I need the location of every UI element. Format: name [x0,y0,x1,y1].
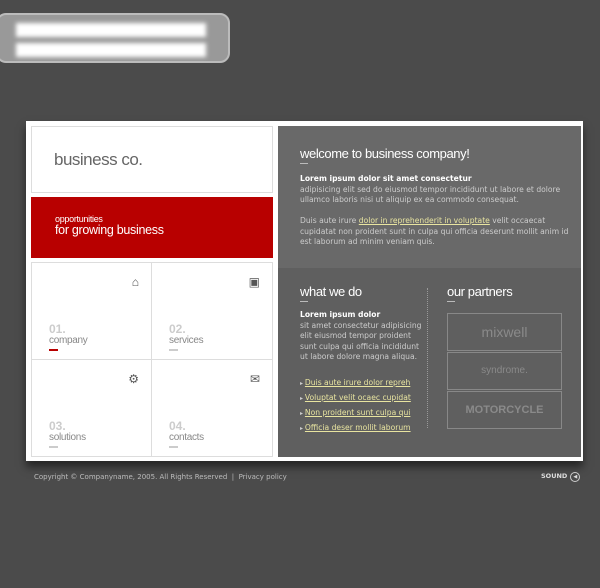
tile-label: contacts [169,432,204,443]
main-card: business co. opportunities for growing b… [26,121,583,461]
gear-icon: ⚙ [128,372,139,386]
welcome-p1: adipisicing elit sed do eiusmod tempor i… [300,184,561,205]
copyright: Copyright © Companyname, 2005. All Right… [34,473,228,481]
tile-number: 01. [49,322,66,336]
link[interactable]: Officia deser mollit laborum [305,423,411,432]
blurred-header-box [0,13,230,63]
banner-big: for growing business [55,223,164,237]
tile-underline [169,446,178,448]
footer: Copyright © Companyname, 2005. All Right… [34,473,287,481]
list-item: Voluptat velit ocaec cupidat [300,391,411,406]
list-item: Officia deser mollit laborum [300,421,411,436]
briefcase-icon: ▣ [248,275,260,289]
divider [427,288,428,428]
welcome-title: welcome to business company! [300,146,470,161]
list-item: Non proident sunt culpa qui [300,406,411,421]
content-panel: welcome to business company! Lorem ipsum… [278,126,581,457]
link[interactable]: Duis aute irure dolor repreh [305,378,410,387]
tile-number: 04. [169,419,186,433]
what-links: Duis aute irure dolor repreh Voluptat ve… [300,376,411,436]
what-text: Lorem ipsum dolor sit amet consectetur ad… [300,310,425,363]
tile-underline [49,446,58,448]
tile-solutions[interactable]: ⚙ 03. solutions [32,360,152,457]
tile-number: 02. [169,322,186,336]
tile-underline [49,349,58,351]
partner-mixwell[interactable]: mixwell [447,313,562,351]
tile-company[interactable]: ⌂ 01. company [32,263,152,360]
tile-services[interactable]: ▣ 02. services [152,263,272,360]
tile-contacts[interactable]: ✉ 04. contacts [152,360,272,457]
privacy-link[interactable]: Privacy policy [239,473,287,481]
partners-title: our partners [447,284,513,299]
what-body: sit amet consectetur adipisicing elit ei… [300,320,422,362]
list-item: Duis aute irure dolor repreh [300,376,411,391]
tile-label: services [169,335,204,346]
what-bold: Lorem ipsum dolor [300,310,381,319]
partner-syndrome[interactable]: syndrome. [447,352,562,390]
nav-grid: ⌂ 01. company ▣ 02. services ⚙ 03. solutions ✉… [31,262,273,457]
banner: opportunities for growing business [31,197,273,258]
welcome-text: Lorem ipsum dolor sit amet consectetur ad… [300,174,570,248]
welcome-bold: Lorem ipsum dolor sit amet consectetur [300,174,472,183]
logo-text: business co. [54,150,143,169]
tile-label: solutions [49,432,86,443]
envelope-icon: ✉ [249,372,260,386]
sound-label: SOUND [541,472,568,480]
what-title: what we do [300,284,362,299]
speaker-icon: ◀ [570,472,581,482]
link[interactable]: Non proident sunt culpa qui [305,408,410,417]
sound-toggle[interactable]: SOUND ◀ [541,472,581,482]
home-icon: ⌂ [131,275,139,289]
tile-number: 03. [49,419,66,433]
logo[interactable]: business co. [31,126,273,193]
separator: | [231,473,235,481]
tile-label: company [49,335,88,346]
tile-underline [169,349,178,351]
p2-pre: Duis aute irure [300,216,359,225]
partner-motorcycle[interactable]: MOTORCYCLE [447,391,562,429]
link[interactable]: Voluptat velit ocaec cupidat [305,393,411,402]
welcome-link[interactable]: dolor in reprehenderit in voluptate [359,216,490,225]
